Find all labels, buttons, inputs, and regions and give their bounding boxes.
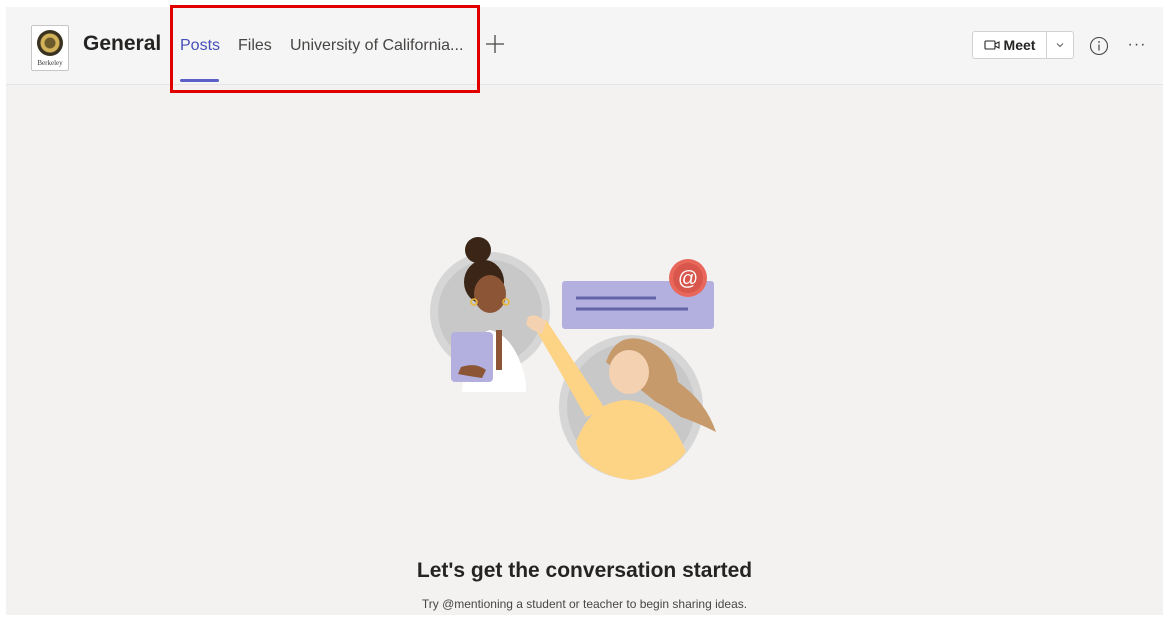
meet-button[interactable]: Meet [972,31,1047,59]
video-camera-icon [983,40,1000,50]
team-logo-caption: Berkeley [37,59,63,67]
chevron-down-icon [1056,43,1064,48]
channel-info-button[interactable] [1088,35,1110,57]
meet-dropdown-button[interactable] [1047,31,1074,59]
more-options-icon[interactable]: ··· [1126,35,1148,57]
annotation-highlight-box [170,5,480,93]
meet-button-label: Meet [1003,37,1036,53]
plus-icon [486,35,504,53]
info-icon [1089,36,1109,56]
channel-title: General [83,32,162,55]
channel-header: Berkeley General Posts Files University … [6,5,1163,93]
teams-channel-view: Berkeley General Posts Files University … [6,5,1163,615]
university-seal-icon [37,30,63,56]
add-tab-button[interactable] [485,32,505,56]
empty-state-title: Let's get the conversation started [416,559,753,582]
team-logo[interactable]: Berkeley [31,25,69,71]
empty-state-illustration: @ [430,237,716,480]
empty-state-subtitle: Try @mentioning a student or teacher to … [421,597,748,611]
svg-text:@: @ [678,268,698,290]
